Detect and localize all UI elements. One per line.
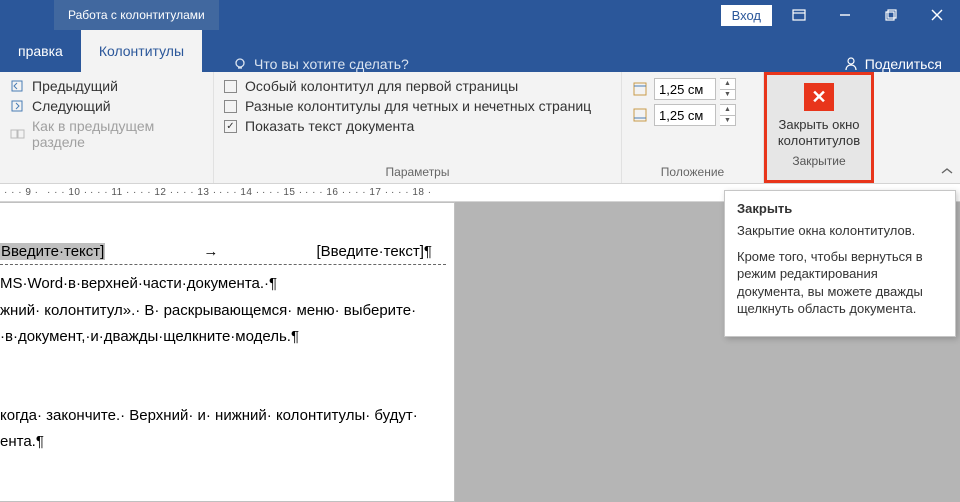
share-label: Поделиться — [865, 56, 942, 72]
next-label: Следующий — [32, 98, 111, 114]
checkbox-icon — [224, 80, 237, 93]
ribbon-display-options-button[interactable] — [776, 0, 822, 30]
ribbon-group-parameters: Особый колонтитул для первой страницы Ра… — [214, 72, 622, 183]
checkbox-checked-icon: ✓ — [224, 120, 237, 133]
document-page[interactable]: Введите·текст] → [Введите·текст]¶ MS·Wor… — [0, 202, 455, 502]
spinner-buttons: ▲▼ — [720, 78, 736, 100]
spin-down[interactable]: ▼ — [720, 116, 735, 126]
close-header-footer-button[interactable]: ✕ Закрыть окноколонтитулов Закрытие — [764, 72, 874, 183]
header-left-field[interactable]: Введите·текст] — [0, 243, 105, 260]
collapse-ribbon-button[interactable] — [940, 166, 954, 179]
title-bar: Работа с колонтитулами Вход — [0, 0, 960, 30]
group-label-nav — [10, 163, 203, 183]
tell-me-label: Что вы хотите сделать? — [254, 56, 409, 72]
spin-down[interactable]: ▼ — [720, 90, 735, 100]
body-line: MS·Word·в·верхней·части·документа.·¶ — [0, 271, 454, 298]
minimize-icon — [839, 9, 851, 21]
body-line: когда· закончите.· Верхний· и· нижний· к… — [0, 403, 454, 430]
ribbon-box-icon — [792, 9, 806, 21]
link-to-previous-button: Как в предыдущем разделе — [10, 116, 203, 152]
link-to-previous-label: Как в предыдущем разделе — [32, 118, 203, 150]
maximize-button[interactable] — [868, 0, 914, 30]
lightbulb-icon — [232, 56, 248, 72]
close-line2: колонтитулов — [778, 133, 860, 148]
spin-up[interactable]: ▲ — [720, 105, 735, 116]
previous-label: Предыдущий — [32, 78, 118, 94]
minimize-button[interactable] — [822, 0, 868, 30]
chevron-up-icon — [940, 166, 954, 176]
login-button[interactable]: Вход — [721, 5, 772, 26]
ribbon-tabs: правка Колонтитулы Что вы хотите сделать… — [0, 30, 960, 72]
tooltip: Закрыть Закрытие окна колонтитулов. Кром… — [724, 190, 956, 337]
different-odd-even-checkbox[interactable]: Разные колонтитулы для четных и нечетных… — [224, 96, 611, 116]
tell-me-search[interactable]: Что вы хотите сделать? — [232, 56, 409, 72]
body-line: ·в·документ,·и·дважды·щелкните·модель.¶ — [0, 324, 454, 351]
close-window-button[interactable] — [914, 0, 960, 30]
header-from-top-input[interactable] — [654, 78, 716, 100]
spin-up[interactable]: ▲ — [720, 79, 735, 90]
header-right-field[interactable]: [Введите·текст]¶ — [316, 243, 432, 260]
context-tab-title: Работа с колонтитулами — [54, 0, 219, 30]
maximize-icon — [885, 9, 897, 21]
footer-from-bottom-spinner[interactable]: ▲▼ — [632, 102, 753, 128]
opt1-label: Особый колонтитул для первой страницы — [245, 78, 518, 94]
show-document-text-checkbox[interactable]: ✓ Показать текст документа — [224, 116, 611, 136]
spinner-buttons: ▲▼ — [720, 104, 736, 126]
checkbox-icon — [224, 100, 237, 113]
ribbon-group-position: ▲▼ ▲▼ Положение — [622, 72, 764, 183]
close-x-icon: ✕ — [804, 83, 834, 111]
group-label-position: Положение — [632, 163, 753, 183]
ribbon-group-navigation: Предыдущий Следующий Как в предыдущем ра… — [0, 72, 214, 183]
previous-button[interactable]: Предыдущий — [10, 76, 203, 96]
page-header-area[interactable]: Введите·текст] → [Введите·текст]¶ — [0, 203, 446, 265]
opt3-label: Показать текст документа — [245, 118, 414, 134]
next-icon — [10, 98, 26, 114]
header-top-icon — [632, 81, 650, 97]
group-label-close: Закрытие — [792, 154, 845, 168]
different-first-page-checkbox[interactable]: Особый колонтитул для первой страницы — [224, 76, 611, 96]
tab-header-footer[interactable]: Колонтитулы — [81, 30, 202, 72]
tooltip-title: Закрыть — [737, 201, 943, 216]
share-button[interactable]: Поделиться — [843, 56, 942, 72]
ribbon: Предыдущий Следующий Как в предыдущем ра… — [0, 72, 960, 184]
opt2-label: Разные колонтитулы для четных и нечетных… — [245, 98, 591, 114]
close-line1: Закрыть окно — [778, 117, 859, 132]
group-label-params: Параметры — [224, 163, 611, 183]
tooltip-text: Кроме того, чтобы вернуться в режим реда… — [737, 248, 943, 318]
footer-bottom-icon — [632, 107, 650, 123]
body-line: ента.¶ — [0, 429, 454, 456]
person-icon — [843, 56, 859, 72]
tab-pravka[interactable]: правка — [0, 30, 81, 72]
previous-icon — [10, 78, 26, 94]
header-from-top-spinner[interactable]: ▲▼ — [632, 76, 753, 102]
footer-from-bottom-input[interactable] — [654, 104, 716, 126]
close-icon — [931, 9, 943, 21]
next-button[interactable]: Следующий — [10, 96, 203, 116]
tooltip-text: Закрытие окна колонтитулов. — [737, 222, 943, 240]
header-tab-arrow: → — [203, 243, 218, 260]
link-icon — [10, 126, 26, 142]
body-line: жний· колонтитул».· В· раскрывающемся· м… — [0, 298, 454, 325]
